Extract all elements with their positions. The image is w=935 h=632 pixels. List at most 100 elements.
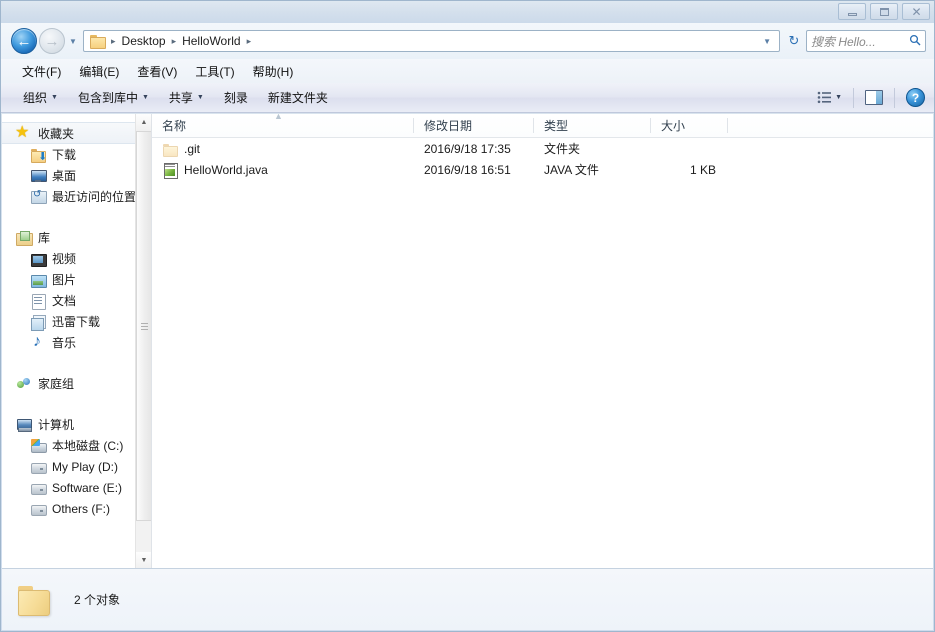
sidebar-item-computer[interactable]: 计算机 [2, 414, 151, 435]
column-header-name[interactable]: 名称 ▲ [152, 114, 414, 138]
scroll-down-button[interactable]: ▼ [136, 552, 151, 569]
column-header-size[interactable]: 大小 [651, 114, 728, 138]
nav-group-favorites: 收藏夹 ⬇ 下载 桌面 最近访问的位置 [2, 122, 151, 207]
explorer-window: ✕ ← → ▼ ▸ Desktop ▸ HelloWorld ▸ ▼ ↻ 搜索 … [0, 0, 935, 632]
table-row[interactable]: HelloWorld.java 2016/9/18 16:51 JAVA 文件 … [152, 159, 933, 180]
search-icon [909, 34, 921, 49]
status-item-count: 2 个对象 [74, 593, 121, 607]
file-list-pane: 名称 ▲ 修改日期 类型 大小 .git 2016/9/18 17:35 文件夹… [152, 114, 933, 569]
file-name-label: .git [184, 141, 201, 156]
minimize-button[interactable] [838, 3, 866, 20]
close-button[interactable]: ✕ [902, 3, 930, 20]
nav-group-computer: 计算机 本地磁盘 (C:) My Play (D:) Software (E:) [2, 414, 151, 519]
search-input[interactable]: 搜索 Hello... [811, 33, 909, 50]
toolbar-new-folder-label: 新建文件夹 [267, 91, 328, 105]
change-view-button[interactable]: ▼ [808, 86, 851, 110]
breadcrumb-item-helloworld[interactable]: HelloWorld [179, 34, 243, 48]
window-controls: ✕ [838, 3, 930, 20]
toolbar-share-button[interactable]: 共享 ▼ [159, 85, 214, 110]
sidebar-label-xunlei-downloads: 迅雷下载 [52, 315, 101, 329]
toolbar-separator [894, 87, 895, 108]
star-icon [15, 122, 32, 142]
forward-button[interactable]: → [39, 28, 65, 54]
sidebar-label-local-disk-c: 本地磁盘 (C:) [52, 439, 124, 453]
cell-type: 文件夹 [544, 142, 581, 156]
toolbar-new-folder-button[interactable]: 新建文件夹 [258, 85, 338, 110]
sidebar-item-libraries[interactable]: 库 [2, 227, 151, 248]
menu-item-help[interactable]: 帮助(H) [244, 60, 303, 83]
column-header-type[interactable]: 类型 [534, 114, 651, 138]
navigation-pane: 收藏夹 ⬇ 下载 桌面 最近访问的位置 [2, 114, 152, 569]
cell-name: HelloWorld.java [152, 159, 414, 180]
breadcrumb-bar[interactable]: ▸ Desktop ▸ HelloWorld ▸ ▼ [83, 30, 780, 52]
sidebar-label-documents: 文档 [52, 294, 77, 308]
forward-arrow-icon: → [44, 32, 60, 50]
breadcrumb-item-desktop[interactable]: Desktop [119, 34, 169, 48]
cell-date: 2016/9/18 17:35 [424, 141, 511, 156]
refresh-button[interactable]: ↻ [782, 30, 806, 52]
sidebar-item-pictures[interactable]: 图片 [2, 269, 151, 290]
column-header-type-label: 类型 [544, 119, 569, 133]
column-header-row: 名称 ▲ 修改日期 类型 大小 [152, 114, 933, 138]
table-row[interactable]: .git 2016/9/18 17:35 文件夹 [152, 138, 933, 159]
chevron-down-icon: ▼ [835, 94, 842, 101]
chevron-down-icon: ▼ [69, 36, 77, 46]
sidebar-item-local-disk-c[interactable]: 本地磁盘 (C:) [2, 435, 151, 456]
drive-icon [30, 459, 47, 475]
history-dropdown-button[interactable]: ▼ [65, 30, 81, 52]
nav-group-libraries: 库 视频 图片 文档 迅雷下载 ♪ 音乐 [2, 227, 151, 353]
column-header-date[interactable]: 修改日期 [414, 114, 534, 138]
navigation-scrollbar[interactable]: ▲ ▼ [135, 114, 151, 569]
file-name-label: HelloWorld.java [184, 162, 268, 177]
sidebar-item-videos[interactable]: 视频 [2, 248, 151, 269]
sidebar-item-drive-e[interactable]: Software (E:) [2, 477, 151, 498]
sidebar-label-favorites: 收藏夹 [38, 126, 75, 141]
back-button[interactable]: ← [11, 28, 37, 54]
toolbar-burn-button[interactable]: 刻录 [214, 85, 258, 110]
sidebar-item-xunlei-downloads[interactable]: 迅雷下载 [2, 311, 151, 332]
cell-size: 1 KB [689, 162, 716, 177]
sidebar-label-videos: 视频 [52, 252, 77, 266]
breadcrumb-separator[interactable]: ▸ [169, 36, 180, 47]
menu-item-view[interactable]: 查看(V) [128, 60, 186, 83]
search-box[interactable]: 搜索 Hello... [806, 30, 926, 52]
column-header-date-label: 修改日期 [424, 119, 473, 133]
breadcrumb-dropdown-icon[interactable]: ▼ [758, 37, 776, 46]
menu-item-file[interactable]: 文件(F) [13, 60, 70, 83]
folder-icon [90, 34, 106, 49]
sidebar-label-pictures: 图片 [52, 273, 77, 287]
show-preview-pane-button[interactable] [856, 86, 892, 110]
scroll-up-button[interactable]: ▲ [136, 114, 151, 131]
maximize-button[interactable] [870, 3, 898, 20]
sidebar-item-recent-places[interactable]: 最近访问的位置 [2, 186, 151, 207]
toolbar-include-in-library-button[interactable]: 包含到库中 ▼ [68, 85, 159, 110]
help-button[interactable]: ? [897, 86, 934, 110]
local-disk-icon [30, 438, 47, 454]
sidebar-label-homegroup: 家庭组 [38, 377, 75, 391]
sidebar-item-drive-f[interactable]: Others (F:) [2, 498, 151, 519]
sidebar-item-favorites[interactable]: 收藏夹 [2, 122, 151, 144]
document-icon [30, 293, 46, 310]
sidebar-label-computer: 计算机 [38, 418, 75, 432]
menu-item-tools[interactable]: 工具(T) [186, 60, 243, 83]
caret-down-icon: ▼ [140, 557, 148, 564]
sidebar-item-drive-d[interactable]: My Play (D:) [2, 456, 151, 477]
breadcrumb-separator[interactable]: ▸ [244, 36, 255, 47]
sidebar-item-downloads[interactable]: ⬇ 下载 [2, 144, 151, 165]
xunlei-icon [30, 314, 46, 331]
sidebar-item-homegroup[interactable]: 家庭组 [2, 373, 151, 394]
drive-icon [30, 480, 47, 496]
menu-item-edit[interactable]: 编辑(E) [70, 60, 128, 83]
desktop-icon [30, 168, 47, 184]
sidebar-item-desktop[interactable]: 桌面 [2, 165, 151, 186]
sidebar-item-music[interactable]: 音乐 [2, 332, 151, 353]
scrollbar-thumb[interactable] [136, 131, 151, 521]
toolbar-organize-button[interactable]: 组织 ▼ [13, 85, 68, 110]
toolbar-separator [853, 87, 854, 108]
breadcrumb-separator: ▸ [111, 35, 116, 46]
music-icon [30, 333, 46, 351]
chevron-down-icon: ▼ [51, 94, 58, 101]
sidebar-item-documents[interactable]: 文档 [2, 290, 151, 311]
